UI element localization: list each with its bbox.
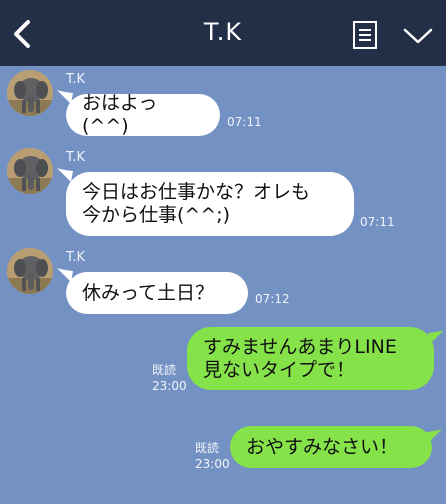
- message-time: 23:00: [195, 457, 230, 471]
- note-button[interactable]: [352, 20, 378, 50]
- message-time: 23:00: [152, 379, 187, 393]
- bubble-tail: [428, 330, 444, 344]
- message-time: 07:11: [227, 115, 262, 129]
- message-line: 休みって土日？: [82, 281, 215, 304]
- message-bubble[interactable]: すみませんあまりLINE 見ないタイプで！: [187, 327, 434, 390]
- message-time: 07:12: [255, 292, 290, 306]
- read-receipt: 既読 23:00: [195, 440, 230, 472]
- sender-avatar[interactable]: [7, 70, 53, 116]
- sender-name: T.K: [66, 250, 86, 265]
- read-label: 既読: [195, 441, 220, 455]
- chat-title: T.K: [203, 18, 243, 46]
- sender-avatar[interactable]: [7, 148, 53, 194]
- message-line: 見ないタイプで！: [203, 358, 356, 381]
- read-receipt: 既読 23:00: [152, 362, 187, 394]
- message-bubble[interactable]: 今日はお仕事かな？オレも 今から仕事(^^;): [66, 172, 354, 236]
- message-line: おやすみなさい！: [246, 435, 399, 458]
- message-bubble[interactable]: おはよっ(^^): [66, 92, 220, 137]
- sender-name: T.K: [66, 72, 86, 87]
- sender-name: T.K: [66, 150, 86, 165]
- chat-header: T.K: [0, 0, 446, 66]
- sender-avatar[interactable]: [7, 248, 53, 294]
- read-label: 既読: [152, 363, 177, 377]
- elephant-avatar-icon: [7, 70, 53, 116]
- message-line: すみませんあまりLINE: [203, 335, 397, 358]
- elephant-avatar-icon: [7, 148, 53, 194]
- note-icon: [353, 21, 377, 49]
- message-bubble[interactable]: おやすみなさい！: [230, 426, 432, 468]
- menu-button[interactable]: [402, 26, 434, 46]
- message-line: 今日はお仕事かな？オレも: [82, 181, 311, 203]
- message-line: 今から仕事(^^;): [82, 204, 231, 226]
- message-bubble[interactable]: 休みって土日？: [66, 272, 248, 314]
- message-line: おはよっ(^^): [82, 92, 158, 137]
- bubble-tail: [426, 429, 442, 443]
- chevron-down-icon: [403, 28, 433, 44]
- message-time: 07:11: [360, 215, 395, 229]
- elephant-avatar-icon: [7, 248, 53, 294]
